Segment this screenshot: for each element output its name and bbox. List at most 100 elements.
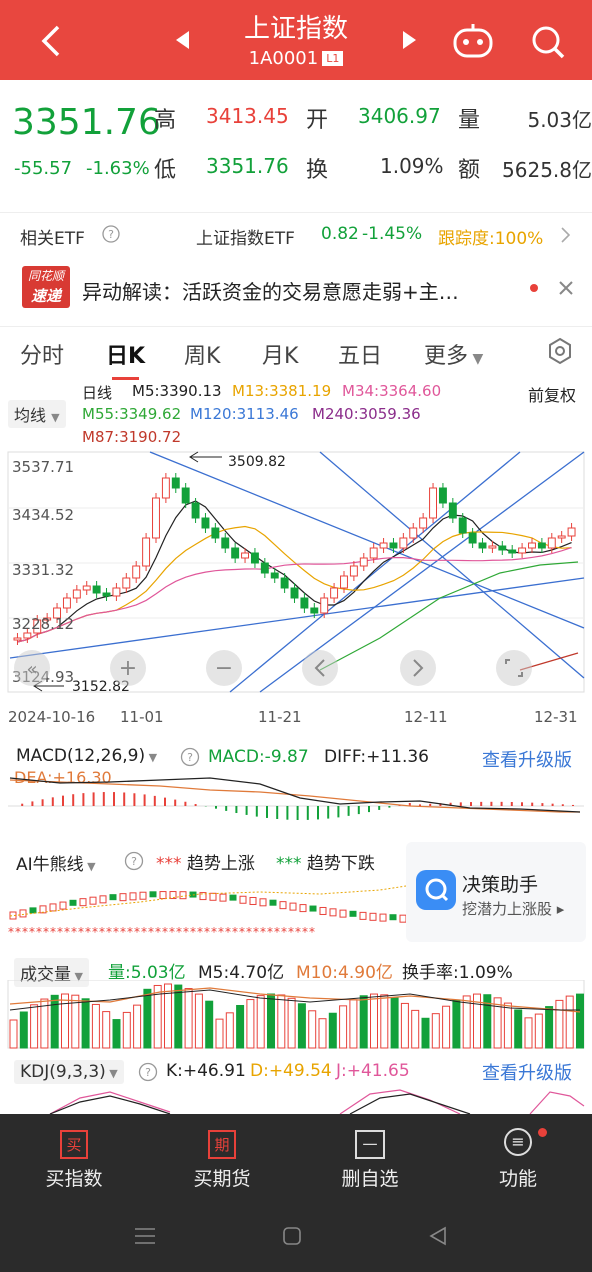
volume-bar (297, 1003, 306, 1049)
candle-body (330, 587, 339, 599)
open-value: 3406.97 (358, 104, 441, 128)
etf-name: 上证指数ETF (196, 229, 295, 249)
ai-candle (309, 905, 317, 912)
candle-body (557, 535, 566, 539)
candle-body (231, 547, 240, 559)
level-badge: L1 (322, 51, 344, 66)
related-etf-row[interactable]: 相关ETF ? 上证指数ETF 0.82 -1.45% 跟踪度:100% (0, 212, 592, 256)
candle-body (280, 577, 289, 589)
macd-selector[interactable]: MACD(12,26,9) ▼ (16, 746, 157, 766)
high-value: 3413.45 (206, 104, 289, 128)
candle-body (359, 557, 368, 567)
candle-body (112, 587, 121, 597)
macd-value: MACD:-9.87 (208, 747, 309, 767)
candle-body (488, 545, 497, 549)
ai-candle (329, 908, 337, 917)
x-label-2: 11-01 (120, 708, 164, 726)
adjust-label[interactable]: 前复权 (528, 382, 576, 406)
y-tick-2: 3434.52 (12, 506, 74, 524)
candle-body (508, 549, 517, 554)
fullscreen-button[interactable] (496, 650, 532, 686)
candle-body (340, 575, 348, 589)
tab-more[interactable]: 更多 ▼ (424, 338, 483, 370)
functions-button[interactable]: ≡ 功能 (444, 1124, 592, 1191)
zoom-in-button[interactable]: + (110, 650, 146, 686)
help-icon[interactable]: ? (102, 225, 120, 243)
next-stock-icon[interactable] (402, 31, 416, 49)
volume-bar (277, 994, 286, 1049)
ai-candle (379, 913, 387, 922)
ai-candle (29, 907, 37, 914)
svg-text:?: ? (131, 855, 137, 868)
tab-daily[interactable]: 日K (106, 338, 145, 380)
ai-candle (179, 891, 187, 900)
x-label-1: 2024-10-16 (8, 708, 95, 726)
ai-candle (239, 895, 247, 904)
settings-icon[interactable] (546, 337, 574, 365)
ai-candle (219, 893, 227, 902)
tab-weekly[interactable]: 周K (184, 338, 220, 370)
candle-body (369, 547, 378, 559)
candle-body (142, 537, 151, 567)
robot-icon[interactable] (452, 22, 494, 60)
low-value: 3351.76 (206, 154, 289, 178)
last-price: 3351.76 (12, 102, 161, 143)
ma-selector[interactable]: 均线 ▼ (8, 400, 66, 428)
macd-help-icon[interactable]: ? (180, 747, 200, 767)
search-icon[interactable] (530, 24, 566, 60)
kdj-selector[interactable]: KDJ(9,3,3) ▼ (14, 1060, 124, 1084)
kdj-help-icon[interactable]: ? (138, 1062, 158, 1082)
volume-bar (524, 1017, 533, 1049)
zoom-out-button[interactable]: − (206, 650, 242, 686)
scroll-left-button[interactable] (302, 650, 338, 686)
candle-body (221, 537, 230, 549)
tab-monthly[interactable]: 月K (262, 338, 298, 370)
scroll-right-button[interactable] (400, 650, 436, 686)
volume-bar (9, 1019, 18, 1049)
system-back-icon[interactable] (428, 1226, 448, 1246)
kdj-upgrade-link[interactable]: 查看升级版 (482, 1059, 572, 1085)
candle-body (518, 547, 527, 554)
candle-body (122, 577, 131, 589)
ai-candle (89, 896, 97, 905)
candle-body (250, 552, 259, 564)
volume-bar (462, 995, 471, 1049)
ma240-label: M240:3059.36 (312, 405, 421, 423)
volume-bar (514, 1009, 523, 1049)
volume-bar (19, 1011, 28, 1049)
tab-five-day[interactable]: 五日 (338, 338, 382, 370)
news-banner[interactable]: 同花顺 速递 异动解读：活跃资金的交易意愿走弱+主… (0, 260, 592, 318)
x-label-4: 12-11 (404, 708, 448, 726)
tab-intraday[interactable]: 分时 (20, 338, 64, 370)
news-text: 异动解读：活跃资金的交易意愿走弱+主… (82, 280, 459, 304)
ai-candle (209, 892, 217, 901)
ai-candle (279, 901, 287, 910)
price-change: -55.57 (14, 158, 73, 179)
etf-label: 相关ETF (20, 229, 85, 249)
chevron-right-icon[interactable] (560, 227, 570, 243)
volume-bar (411, 1009, 420, 1049)
volume-label: 量 (458, 108, 481, 133)
candle-body (132, 565, 141, 579)
system-home-icon[interactable] (282, 1226, 302, 1246)
volume-bar (390, 997, 399, 1049)
buy-futures-button[interactable]: 期 买期货 (148, 1124, 296, 1191)
decision-assistant-card[interactable]: 决策助手 挖潜力上涨股 ▸ (406, 842, 586, 942)
kline-chart[interactable]: 3537.71 3434.52 3331.32 3228.12 3124.93 … (0, 448, 592, 733)
ma55-line (319, 561, 579, 671)
candle-body (458, 517, 467, 534)
ai-candle (119, 893, 127, 902)
buy-index-button[interactable]: 买 买指数 (0, 1124, 148, 1191)
system-menu-icon[interactable] (134, 1226, 156, 1246)
zoom-fit-button[interactable]: « (14, 650, 50, 686)
candle-body (102, 592, 111, 597)
ma55-label: M55:3349.62 (82, 405, 182, 423)
volume-bar (256, 995, 265, 1049)
remove-watchlist-button[interactable]: 一 删自选 (296, 1124, 444, 1191)
volume-bar (205, 1000, 214, 1049)
candle-body (399, 537, 408, 549)
close-icon[interactable] (558, 280, 574, 296)
kdj-d: D:+49.54 (250, 1061, 332, 1081)
ai-candle (349, 910, 357, 917)
max-marker: 3509.82 (189, 451, 286, 470)
